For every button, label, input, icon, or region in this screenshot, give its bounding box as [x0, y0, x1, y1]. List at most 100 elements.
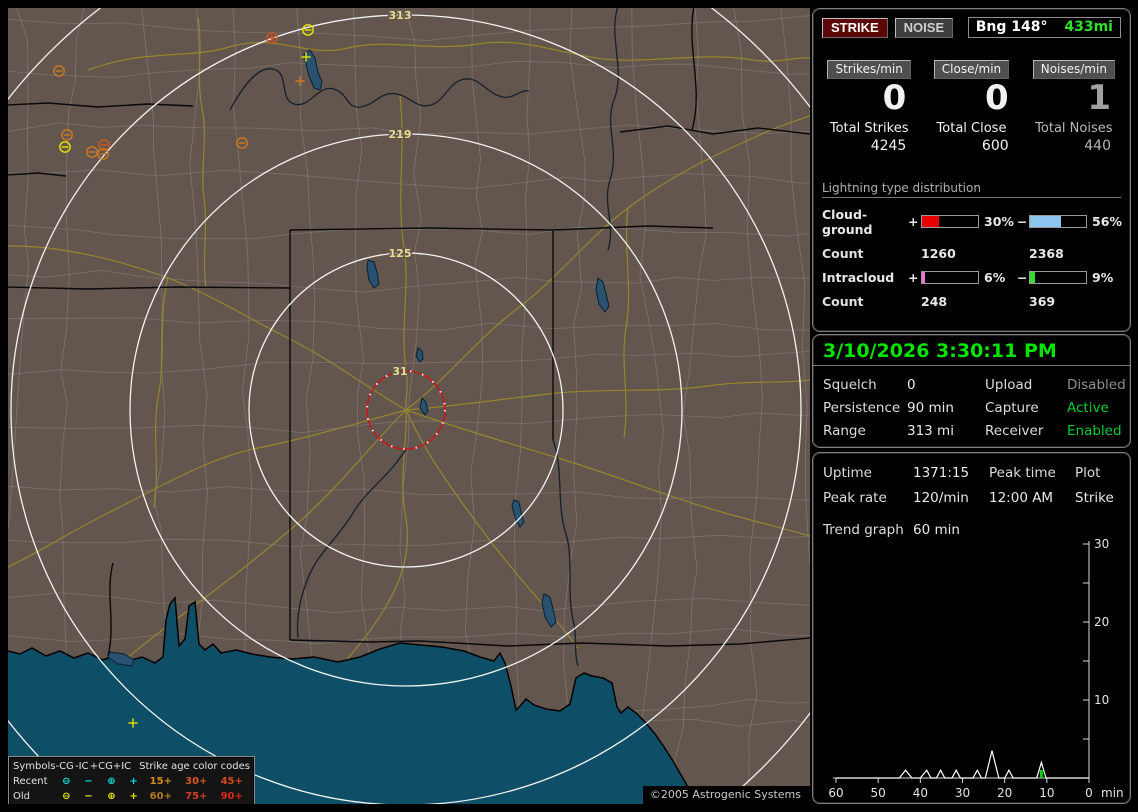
squelch-label: Squelch: [823, 377, 877, 393]
y-tick-label: 10: [1094, 693, 1109, 707]
noise-mode-button[interactable]: NOISE: [894, 17, 954, 38]
age-75-label: 75+: [185, 791, 208, 802]
ic-count-label: Count: [822, 293, 864, 309]
cg-negative-count: 2368: [1029, 245, 1064, 261]
ic-positive-bar: [921, 270, 979, 284]
strike-stats-panel: STRIKE NOISE Bng 148° 433mi Strikes/min …: [812, 8, 1131, 332]
ring-distance-label: 219: [389, 128, 412, 141]
total-strikes-label: Total Strikes: [829, 120, 909, 136]
mode-header: STRIKE NOISE Bng 148° 433mi: [813, 9, 1130, 38]
peak-time-value: 12:00 AM: [989, 490, 1054, 506]
ring-distance-label: 125: [389, 247, 412, 260]
legend-symbols-title: Symbols: [13, 761, 56, 772]
legend-col-neg-cg: -CG: [55, 761, 74, 772]
total-close-value: 600: [981, 137, 1009, 154]
x-tick-label: 20: [997, 786, 1012, 800]
legend-recent-row: Recent ⊖ − ⊕ + 15+ 30+ 45+: [13, 774, 250, 789]
capture-label: Capture: [985, 400, 1039, 416]
age-15-label: 15+: [149, 776, 172, 787]
upload-label: Upload: [985, 377, 1033, 393]
cg-positive-bar: [921, 215, 979, 229]
age-45-label: 45+: [220, 776, 243, 787]
persistence-label: Persistence: [823, 400, 901, 416]
upload-status: Disabled: [1067, 377, 1126, 393]
pos-ic-old-icon: +: [129, 791, 138, 802]
legend-header-row: Symbols -CG -IC +CG +IC Strike age color…: [13, 759, 250, 774]
uptime-value: 1371:15: [913, 465, 970, 481]
neg-cg-old-icon: ⊖: [62, 791, 71, 802]
neg-ic-recent-icon: −: [84, 776, 93, 787]
strikes-per-min-value: 0: [882, 78, 907, 118]
current-minute-marker: [1039, 770, 1043, 778]
lightning-map[interactable]: 313 219 125 31 ©2005 Astrogenic Systems Sym…: [8, 8, 810, 804]
cg-negative-pct: 56%: [1092, 214, 1122, 230]
total-close-label: Total Close: [936, 120, 1007, 136]
x-tick-label: 60: [828, 786, 843, 800]
pos-cg-recent-icon: ⊕: [107, 776, 116, 787]
age-90-label: 90+: [220, 791, 243, 802]
cg-count-label: Count: [822, 245, 864, 261]
receiver-status: Enabled: [1067, 423, 1122, 439]
copyright-attribution: ©2005 Astrogenic Systems: [642, 786, 810, 804]
status-table: Squelch 0 Upload Disabled Persistence 90…: [813, 366, 1130, 439]
cg-positive-pct: 30%: [984, 214, 1014, 230]
minus-sign: −: [1017, 269, 1028, 285]
peak-rate-value: 120/min: [913, 490, 969, 506]
ic-positive-count: 248: [921, 293, 948, 309]
ring-distance-label: 313: [389, 9, 412, 22]
x-tick-label: 50: [871, 786, 886, 800]
range-label: Range: [823, 423, 866, 439]
close-per-min-chip[interactable]: Close/min: [933, 60, 1010, 79]
total-strikes-value: 4245: [870, 137, 907, 154]
age-60-label: 60+: [149, 791, 172, 802]
strike-mode-button[interactable]: STRIKE: [822, 17, 888, 38]
map-canvas: 313 219 125 31: [8, 8, 810, 804]
total-noises-value: 440: [1084, 137, 1111, 154]
x-axis-unit: min: [1101, 786, 1124, 800]
y-tick-label: 30: [1094, 537, 1109, 551]
bearing-label: Bng 148°: [975, 19, 1048, 35]
pos-cg-old-icon: ⊕: [107, 791, 116, 802]
ic-positive-pct: 6%: [984, 269, 1006, 285]
plus-sign: +: [908, 269, 919, 285]
x-tick-label: 30: [955, 786, 970, 800]
uptime-table: Uptime 1371:15 Peak time Plot Peak rate …: [813, 453, 1130, 506]
plus-sign: +: [908, 214, 919, 230]
intracloud-label: Intracloud: [822, 269, 895, 285]
trend-line-strike: [836, 750, 1089, 779]
close-per-min-value: 0: [984, 78, 1009, 118]
noises-per-min-chip[interactable]: Noises/min: [1032, 60, 1115, 79]
uptime-label: Uptime: [823, 465, 872, 481]
trend-panel: Uptime 1371:15 Peak time Plot Peak rate …: [812, 452, 1131, 804]
legend-age-title: Strike age color codes: [139, 761, 250, 772]
distribution-title: Lightning type distribution: [822, 181, 1121, 198]
x-tick-label: 40: [913, 786, 928, 800]
bearing-distance: 433mi: [1064, 19, 1113, 35]
strikes-per-min-chip[interactable]: Strikes/min: [827, 60, 911, 79]
ic-negative-count: 369: [1029, 293, 1056, 309]
legend-old-row: Old ⊖ − ⊕ + 60+ 75+ 90+: [13, 789, 250, 804]
rate-counters: Strikes/min Close/min Noises/min 0 0 1 T…: [813, 38, 1130, 154]
distribution-table: Cloud-ground + 30% − 56% Count 1260 2368…: [813, 198, 1130, 309]
cg-positive-count: 1260: [921, 245, 956, 261]
legend-recent-label: Recent: [13, 776, 48, 787]
map-legend: Symbols -CG -IC +CG +IC Strike age color…: [8, 756, 255, 804]
receiver-label: Receiver: [985, 423, 1044, 439]
minus-sign: −: [1017, 214, 1028, 230]
bearing-readout: Bng 148° 433mi: [967, 17, 1121, 38]
range-value: 313 mi: [907, 423, 954, 439]
legend-old-label: Old: [13, 791, 30, 802]
legend-col-neg-ic: -IC: [74, 761, 89, 772]
total-noises-label: Total Noises: [1035, 120, 1113, 136]
trend-graph-label: Trend graph: [823, 522, 904, 538]
noises-per-min-value: 1: [1087, 78, 1111, 118]
x-tick-label: 0: [1085, 786, 1093, 800]
neg-cg-recent-icon: ⊖: [62, 776, 71, 787]
persistence-value: 90 min: [907, 400, 954, 416]
nexstorm-window: 313 219 125 31 ©2005 Astrogenic Systems Sym…: [0, 0, 1138, 812]
trend-settings-row: Trend graph 60 min: [813, 506, 1130, 538]
plot-value: Strike: [1075, 490, 1114, 506]
y-tick-label: 20: [1094, 615, 1109, 629]
ic-negative-bar: [1029, 270, 1087, 284]
capture-status: Active: [1067, 400, 1109, 416]
